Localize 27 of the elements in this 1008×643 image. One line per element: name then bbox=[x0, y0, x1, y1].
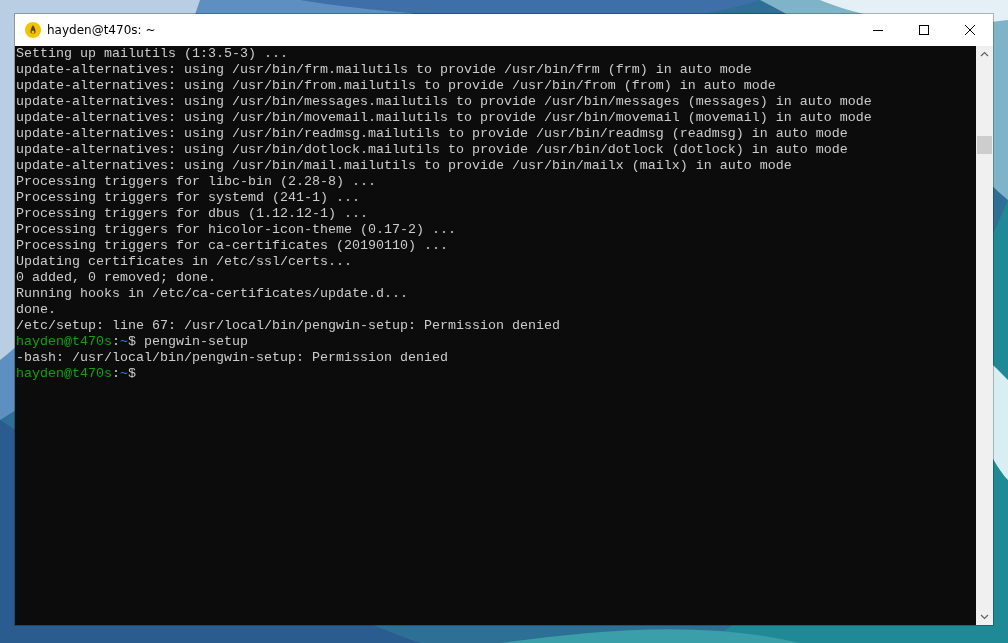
window-title: hayden@t470s: ~ bbox=[47, 23, 157, 37]
terminal-line: update-alternatives: using /usr/bin/movemail.mailutils to provide /usr/bin/movemail (movemail) in auto mode bbox=[16, 110, 872, 126]
terminal-line: update-alternatives: using /usr/bin/messages.mailutils to provide /usr/bin/messages (messages) in auto mode bbox=[16, 94, 872, 110]
terminal-line: Setting up mailutils (1:3.5-3) ... bbox=[16, 46, 288, 62]
terminal-line: -bash: /usr/local/bin/pengwin-setup: Permission denied bbox=[16, 350, 448, 366]
close-icon bbox=[965, 25, 975, 35]
scroll-thumb[interactable] bbox=[977, 136, 992, 154]
terminal-line: Processing triggers for ca-certificates (20190110) ... bbox=[16, 238, 448, 254]
terminal-line: update-alternatives: using /usr/bin/dotlock.mailutils to provide /usr/bin/dotlock (dotlock) in auto mode bbox=[16, 142, 848, 158]
scrollbar[interactable] bbox=[976, 46, 993, 625]
prompt-line: hayden@t470s:~$ bbox=[16, 366, 136, 382]
terminal-line: Processing triggers for dbus (1.12.12-1) ... bbox=[16, 206, 368, 222]
terminal-line: 0 added, 0 removed; done. bbox=[16, 270, 216, 286]
app-icon bbox=[25, 22, 41, 38]
terminal-line: done. bbox=[16, 302, 56, 318]
terminal-line: /etc/setup: line 67: /usr/local/bin/pengwin-setup: Permission denied bbox=[16, 318, 560, 334]
terminal-line: update-alternatives: using /usr/bin/readmsg.mailutils to provide /usr/bin/readmsg (readmsg) in auto mode bbox=[16, 126, 848, 142]
terminal-line: update-alternatives: using /usr/bin/from.mailutils to provide /usr/bin/from (from) in auto mode bbox=[16, 78, 776, 94]
terminal-line: update-alternatives: using /usr/bin/frm.mailutils to provide /usr/bin/frm (frm) in auto mode bbox=[16, 62, 752, 78]
terminal-line: Processing triggers for libc-bin (2.28-8) ... bbox=[16, 174, 376, 190]
terminal-line: Running hooks in /etc/ca-certificates/update.d... bbox=[16, 286, 408, 302]
prompt-line: hayden@t470s:~$ pengwin-setup bbox=[16, 334, 248, 350]
terminal-line: Processing triggers for hicolor-icon-theme (0.17-2) ... bbox=[16, 222, 456, 238]
maximize-icon bbox=[919, 25, 929, 35]
terminal-line: update-alternatives: using /usr/bin/mail.mailutils to provide /usr/bin/mailx (mailx) in auto mode bbox=[16, 158, 792, 174]
terminal-line: Updating certificates in /etc/ssl/certs... bbox=[16, 254, 352, 270]
terminal-line: Processing triggers for systemd (241-1) ... bbox=[16, 190, 360, 206]
